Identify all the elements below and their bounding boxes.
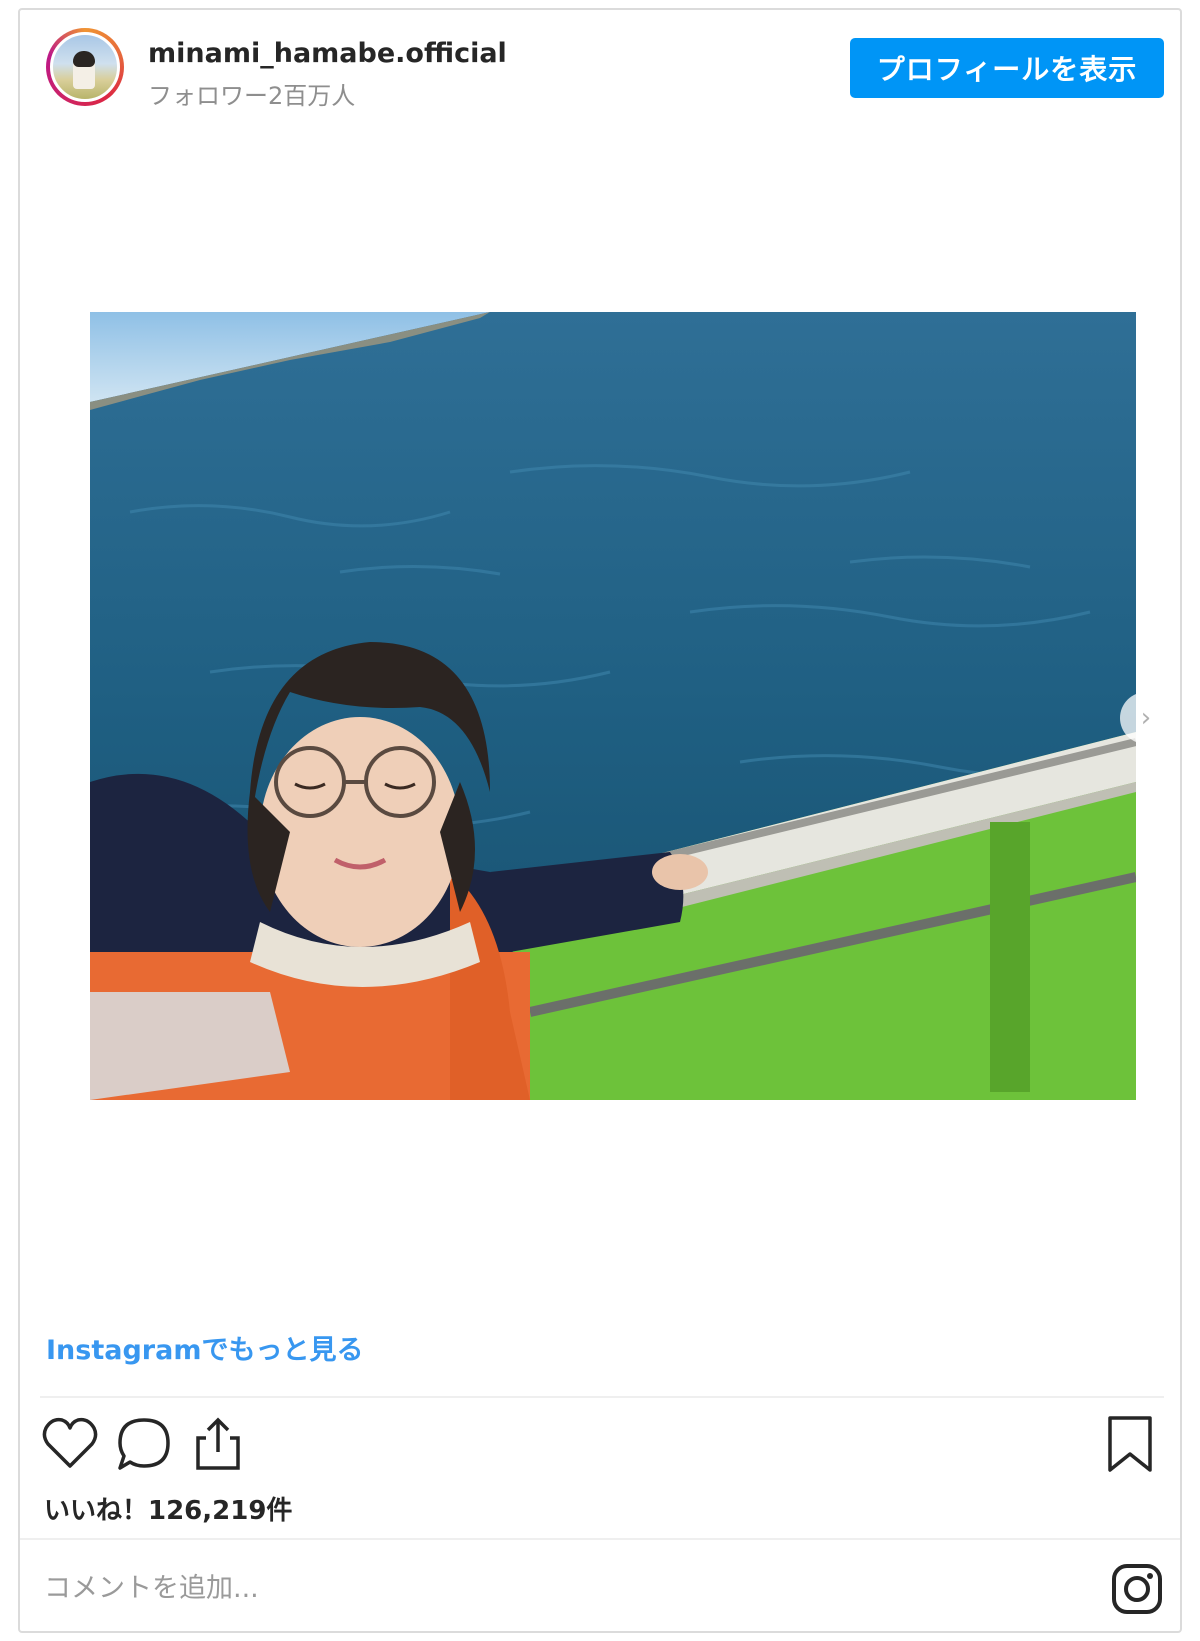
divider: [20, 1538, 1180, 1540]
avatar-image: [50, 32, 120, 102]
instagram-embed-card: minami_hamabe.official フォロワー2百万人 プロフィールを…: [18, 8, 1182, 1633]
like-count: いいね！126,219件: [44, 1496, 293, 1526]
share-icon[interactable]: [188, 1414, 248, 1474]
post-header: minami_hamabe.official フォロワー2百万人 プロフィールを…: [20, 10, 1180, 120]
action-bar: [40, 1414, 1164, 1478]
follower-count: フォロワー2百万人: [148, 82, 356, 110]
bookmark-icon[interactable]: [1100, 1414, 1160, 1474]
username[interactable]: minami_hamabe.official: [148, 38, 507, 69]
comment-input[interactable]: [44, 1560, 1044, 1616]
divider: [40, 1396, 1164, 1398]
view-profile-button[interactable]: プロフィールを表示: [850, 38, 1164, 98]
avatar[interactable]: [46, 28, 124, 106]
comment-icon[interactable]: [114, 1414, 174, 1474]
photo-illustration: [90, 312, 1136, 1100]
heart-icon[interactable]: [40, 1414, 100, 1474]
post-photo[interactable]: [90, 312, 1136, 1100]
chevron-right-icon[interactable]: ›: [1120, 692, 1172, 744]
instagram-logo-icon[interactable]: [1110, 1562, 1164, 1616]
more-on-instagram-link[interactable]: Instagramでもっと見る: [46, 1328, 363, 1367]
avatar-hair: [73, 51, 95, 67]
